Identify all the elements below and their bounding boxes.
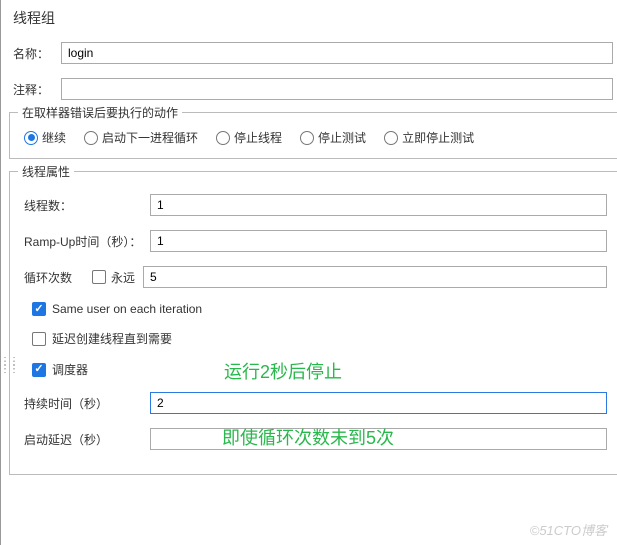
radio-icon bbox=[300, 131, 314, 145]
checkbox-icon bbox=[32, 332, 46, 346]
name-row: 名称： bbox=[9, 40, 617, 66]
same-user-row[interactable]: Same user on each iteration bbox=[32, 302, 607, 316]
error-action-legend: 在取样器错误后要执行的动作 bbox=[18, 104, 182, 121]
duration-row: 持续时间（秒） bbox=[20, 392, 607, 414]
error-action-radios: 继续 启动下一进程循环 停止线程 停止测试 立即停止测试 bbox=[20, 121, 607, 148]
startup-delay-input[interactable] bbox=[150, 428, 607, 450]
scheduler-row[interactable]: 调度器 bbox=[32, 361, 607, 378]
checkbox-icon bbox=[32, 302, 46, 316]
radio-label: 启动下一进程循环 bbox=[102, 129, 198, 146]
watermark: ©51CTO博客 bbox=[530, 520, 607, 539]
startup-delay-row: 启动延迟（秒） bbox=[20, 428, 607, 450]
name-label: 名称： bbox=[13, 45, 61, 62]
radio-icon bbox=[84, 131, 98, 145]
panel-title: 线程组 bbox=[9, 8, 617, 28]
duration-label: 持续时间（秒） bbox=[20, 395, 150, 412]
radio-icon bbox=[216, 131, 230, 145]
threads-row: 线程数： bbox=[20, 194, 607, 216]
thread-group-panel: 线程组 名称： 注释： 在取样器错误后要执行的动作 继续 启动下一进程循环 停止… bbox=[0, 0, 617, 545]
comment-row: 注释： bbox=[9, 76, 617, 102]
loop-count-input[interactable] bbox=[143, 266, 607, 288]
radio-label: 停止线程 bbox=[234, 129, 282, 146]
delay-create-row[interactable]: 延迟创建线程直到需要 bbox=[32, 330, 607, 347]
radio-icon bbox=[384, 131, 398, 145]
rampup-input[interactable] bbox=[150, 230, 607, 252]
radio-stop-now[interactable]: 立即停止测试 bbox=[384, 129, 474, 146]
thread-props-legend: 线程属性 bbox=[18, 163, 74, 180]
loop-forever-checkbox[interactable]: 永远 bbox=[92, 269, 135, 286]
radio-continue[interactable]: 继续 bbox=[24, 129, 66, 146]
rampup-row: Ramp-Up时间（秒）： bbox=[20, 230, 607, 252]
loop-row: 循环次数 永远 bbox=[20, 266, 607, 288]
comment-label: 注释： bbox=[13, 81, 61, 98]
loop-label: 循环次数 bbox=[20, 269, 92, 286]
name-input[interactable] bbox=[61, 42, 613, 64]
rampup-label: Ramp-Up时间（秒）： bbox=[20, 233, 150, 250]
radio-stop-thread[interactable]: 停止线程 bbox=[216, 129, 282, 146]
checkbox-icon bbox=[32, 363, 46, 377]
threads-label: 线程数： bbox=[20, 197, 150, 214]
duration-input[interactable] bbox=[150, 392, 607, 414]
delay-create-label: 延迟创建线程直到需要 bbox=[52, 330, 172, 347]
radio-label: 继续 bbox=[42, 129, 66, 146]
radio-label: 停止测试 bbox=[318, 129, 366, 146]
same-user-label: Same user on each iteration bbox=[52, 302, 202, 316]
thread-props-fieldset: 线程属性 线程数： Ramp-Up时间（秒）： 循环次数 永远 Same use… bbox=[9, 171, 617, 475]
comment-input[interactable] bbox=[61, 78, 613, 100]
loop-forever-label: 永远 bbox=[111, 269, 135, 286]
radio-stop-test[interactable]: 停止测试 bbox=[300, 129, 366, 146]
scheduler-label: 调度器 bbox=[52, 361, 88, 378]
startup-delay-label: 启动延迟（秒） bbox=[20, 431, 150, 448]
radio-icon bbox=[24, 131, 38, 145]
checkbox-icon bbox=[92, 270, 106, 284]
threads-input[interactable] bbox=[150, 194, 607, 216]
radio-label: 立即停止测试 bbox=[402, 129, 474, 146]
error-action-fieldset: 在取样器错误后要执行的动作 继续 启动下一进程循环 停止线程 停止测试 立即停止… bbox=[9, 112, 617, 159]
radio-next-loop[interactable]: 启动下一进程循环 bbox=[84, 129, 198, 146]
